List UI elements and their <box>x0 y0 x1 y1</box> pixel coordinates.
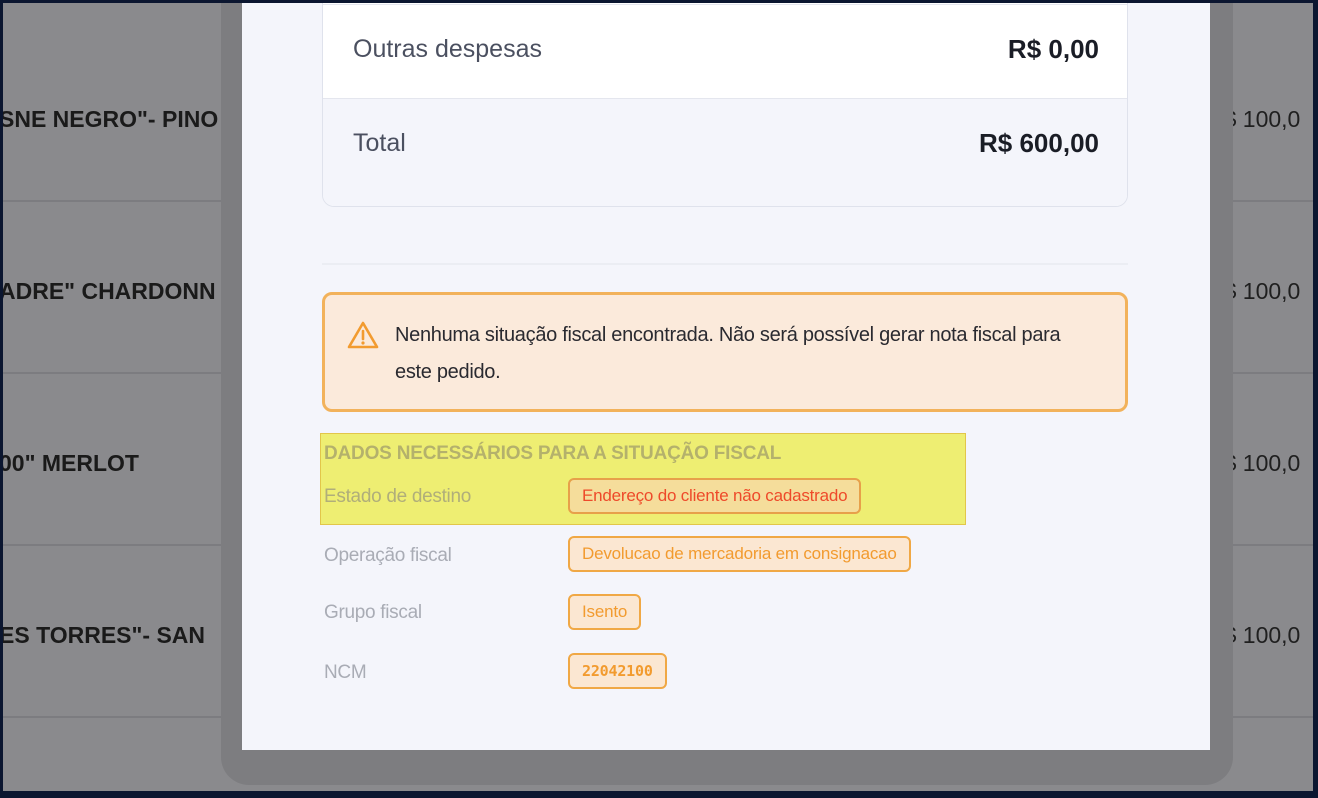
order-details-modal: Outras despesas R$ 0,00 Total R$ 600,00 … <box>242 3 1210 750</box>
summary-row-total: Total R$ 600,00 <box>323 98 1127 206</box>
field-label-fiscal-group: Grupo fiscal <box>324 602 422 623</box>
fiscal-warning-alert: Nenhuma situação fiscal encontrada. Não … <box>322 292 1128 412</box>
product-name: ES TORRES"- SAN <box>3 622 206 648</box>
field-label-destination-state: Estado de destino <box>324 486 472 507</box>
fiscal-operation-badge: Devolucao de mercadoria em consignacao <box>568 536 911 572</box>
fiscal-data-title: DADOS NECESSÁRIOS PARA A SITUAÇÃO FISCAL <box>324 443 782 464</box>
alert-message: Nenhuma situação fiscal encontrada. Não … <box>395 324 1061 383</box>
section-divider <box>322 263 1128 265</box>
order-summary-box: Outras despesas R$ 0,00 Total R$ 600,00 <box>322 3 1128 207</box>
product-name: 00" MERLOT <box>3 450 139 476</box>
destination-state-badge: Endereço do cliente não cadastrado <box>568 478 862 514</box>
warning-icon <box>347 321 379 349</box>
ncm-badge: 22042100 <box>568 653 667 689</box>
summary-row-other-expenses: Outras despesas R$ 0,00 <box>323 4 1127 99</box>
product-name: SNE NEGRO"- PINO <box>3 106 219 132</box>
fiscal-group-badge: Isento <box>568 594 642 630</box>
product-name: ADRE" CHARDONN <box>3 278 216 304</box>
field-label-ncm: NCM <box>324 662 367 683</box>
summary-label: Outras despesas <box>353 35 542 63</box>
field-label-fiscal-operation: Operação fiscal <box>324 545 452 566</box>
screen-frame: SNE NEGRO"- PINO R$ 100,0 ADRE" CHARDONN… <box>3 3 1313 791</box>
summary-value: R$ 600,00 <box>979 128 1099 158</box>
summary-label: Total <box>353 129 406 157</box>
summary-value: R$ 0,00 <box>1007 34 1099 64</box>
